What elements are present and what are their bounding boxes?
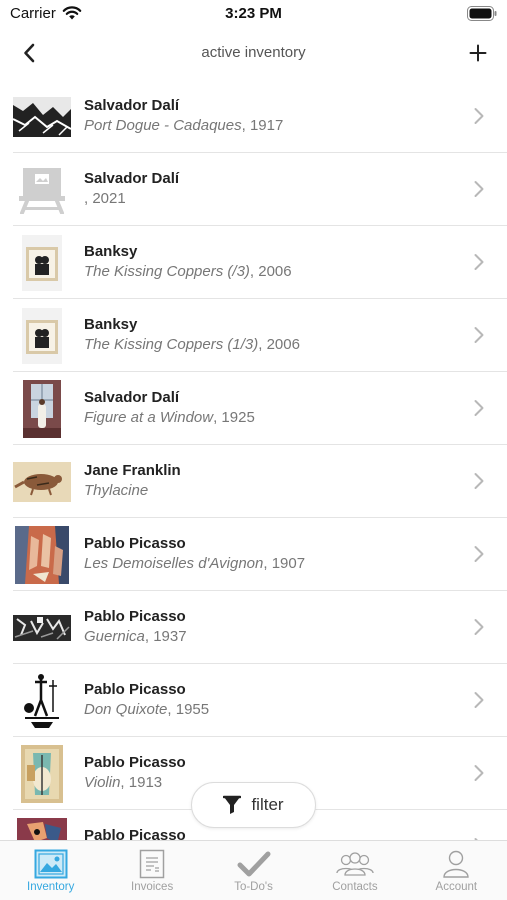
checkmark-icon	[237, 851, 271, 877]
artwork-thumbnail	[13, 88, 71, 146]
nav-bar: active inventory	[0, 30, 507, 76]
artist-name: Salvador Dalí	[84, 170, 180, 187]
plus-icon	[469, 44, 487, 62]
artwork-title: The Kissing Coppers (/3), 2006	[84, 263, 292, 280]
status-bar: Carrier 3:23 PM	[0, 0, 507, 30]
inventory-row[interactable]: Banksy The Kissing Coppers (1/3), 2006	[0, 299, 507, 372]
chevron-right-icon	[474, 400, 484, 416]
artwork-thumbnail	[13, 672, 71, 730]
tab-label: Invoices	[131, 881, 174, 893]
artwork-title: Port Dogue - Cadaques, 1917	[84, 117, 284, 134]
artwork-title: Thylacine	[84, 482, 149, 499]
chevron-right-icon	[474, 692, 484, 708]
tab-account[interactable]: Account	[406, 841, 507, 900]
artwork-title: Figure at a Window, 1925	[84, 409, 255, 426]
chevron-right-icon	[474, 546, 484, 562]
artwork-thumbnail	[13, 599, 71, 657]
inventory-list[interactable]: Salvador Dalí Port Dogue - Cadaques, 191…	[0, 80, 507, 840]
inventory-row[interactable]: Salvador Dalí Port Dogue - Cadaques, 191…	[0, 80, 507, 153]
artist-name: Salvador Dalí	[84, 97, 180, 114]
artwork-thumbnail	[13, 380, 71, 438]
person-icon	[443, 850, 470, 878]
artwork-title: Guernica, 1937	[84, 628, 187, 645]
inventory-row[interactable]: Pablo Picasso Guernica, 1937	[0, 591, 507, 664]
artwork-thumbnail	[13, 453, 71, 511]
inventory-row[interactable]: Salvador Dalí Figure at a Window, 1925	[0, 372, 507, 445]
artist-name: Pablo Picasso	[84, 827, 186, 840]
chevron-right-icon	[474, 108, 484, 124]
tab-label: Account	[435, 881, 478, 893]
filter-label: filter	[251, 795, 284, 814]
artwork-title: The Kissing Coppers (1/3), 2006	[84, 336, 300, 353]
placeholder-easel-icon	[13, 161, 71, 219]
artwork-thumbnail	[13, 818, 71, 840]
inventory-row[interactable]: Jane Franklin Thylacine	[0, 445, 507, 518]
artwork-thumbnail	[13, 234, 71, 292]
artwork-thumbnail	[13, 526, 71, 584]
battery-icon	[467, 6, 497, 21]
tab-label: Contacts	[332, 881, 378, 893]
artist-name: Pablo Picasso	[84, 754, 186, 771]
tab-inventory[interactable]: Inventory	[0, 841, 101, 900]
artwork-title: , 2021	[84, 190, 126, 207]
artist-name: Salvador Dalí	[84, 389, 180, 406]
clock: 3:23 PM	[225, 5, 282, 22]
artwork-thumbnail	[13, 745, 71, 803]
artwork-thumbnail	[13, 307, 71, 365]
chevron-right-icon	[474, 254, 484, 270]
chevron-right-icon	[474, 327, 484, 343]
chevron-right-icon	[474, 181, 484, 197]
artist-name: Banksy	[84, 316, 138, 333]
artist-name: Pablo Picasso	[84, 535, 186, 552]
inventory-row[interactable]: Pablo Picasso Don Quixote, 1955	[0, 664, 507, 737]
artist-name: Pablo Picasso	[84, 681, 186, 698]
document-icon	[139, 849, 165, 879]
artist-name: Pablo Picasso	[84, 608, 186, 625]
inventory-row[interactable]: Salvador Dalí , 2021	[0, 153, 507, 226]
artwork-title: Les Demoiselles d'Avignon, 1907	[84, 555, 306, 572]
tab-bar: Inventory Invoices To-Do's Contacts Acco…	[0, 840, 507, 900]
filter-button[interactable]: filter	[191, 782, 316, 828]
inventory-row[interactable]: Banksy The Kissing Coppers (/3), 2006	[0, 226, 507, 299]
artist-name: Banksy	[84, 243, 138, 260]
chevron-right-icon	[474, 619, 484, 635]
funnel-icon	[223, 795, 242, 814]
add-item-button[interactable]	[463, 38, 493, 68]
page-title: active inventory	[201, 44, 306, 61]
tab-contacts[interactable]: Contacts	[304, 841, 405, 900]
inventory-row[interactable]: Pablo Picasso Les Demoiselles d'Avignon,…	[0, 518, 507, 591]
picture-icon	[34, 849, 68, 879]
tab-label: To-Do's	[234, 881, 273, 893]
tab-todos[interactable]: To-Do's	[203, 841, 304, 900]
artist-name: Jane Franklin	[84, 462, 181, 479]
artwork-title: Don Quixote, 1955	[84, 701, 210, 718]
tab-label: Inventory	[27, 881, 75, 893]
chevron-right-icon	[474, 473, 484, 489]
tab-invoices[interactable]: Invoices	[101, 841, 202, 900]
artwork-title: Violin, 1913	[84, 774, 163, 791]
people-icon	[336, 852, 374, 876]
chevron-right-icon	[474, 765, 484, 781]
